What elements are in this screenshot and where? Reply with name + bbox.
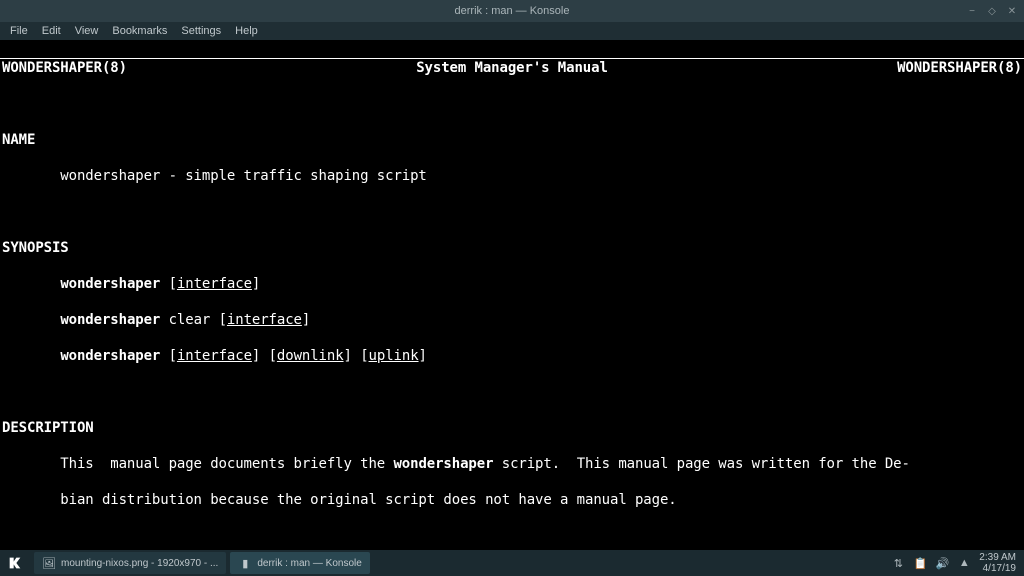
section-description: DESCRIPTION [0,419,1024,437]
section-synopsis: SYNOPSIS [0,239,1024,257]
window-titlebar: derrik : man — Konsole − ◇ ✕ [0,0,1024,22]
name-line: wondershaper - simple traffic shaping sc… [0,167,1024,185]
menu-help[interactable]: Help [235,25,258,37]
synopsis-line-3: wondershaper [interface] [downlink] [upl… [0,347,1024,365]
chevron-up-icon[interactable]: ▲ [957,556,971,570]
kde-logo-icon [7,555,23,571]
window-controls: − ◇ ✕ [966,5,1018,17]
desc-line-1: This manual page documents briefly the w… [0,455,1024,473]
network-icon[interactable]: ⇅ [891,556,905,570]
menu-view[interactable]: View [75,25,99,37]
taskbar-item-label: mounting-nixos.png - 1920x970 - ... [61,558,218,569]
minimize-button[interactable]: − [966,5,978,17]
window-title: derrik : man — Konsole [455,5,570,17]
system-tray: ⇅ 📋 🔊 ▲ 2:39 AM 4/17/19 [891,552,1024,574]
menu-edit[interactable]: Edit [42,25,61,37]
close-button[interactable]: ✕ [1006,5,1018,17]
section-name: NAME [0,131,1024,149]
terminal-output[interactable]: WONDERSHAPER(8) System Manager's Manual WO… [0,40,1024,550]
menu-settings[interactable]: Settings [181,25,221,37]
man-header-left: WONDERSHAPER(8) [2,59,127,77]
clock-date: 4/17/19 [979,563,1016,574]
terminal-icon: ▮ [238,556,252,570]
taskbar-item-konsole[interactable]: ▮ derrik : man — Konsole [230,552,370,574]
maximize-button[interactable]: ◇ [986,5,998,17]
desc-line-2: bian distribution because the original s… [0,491,1024,509]
taskbar: 🖼 mounting-nixos.png - 1920x970 - ... ▮ … [0,550,1024,576]
image-icon: 🖼 [42,556,56,570]
menu-bookmarks[interactable]: Bookmarks [112,25,167,37]
synopsis-line-1: wondershaper [interface] [0,275,1024,293]
clock-time: 2:39 AM [979,552,1016,563]
taskbar-item-image[interactable]: 🖼 mounting-nixos.png - 1920x970 - ... [34,552,226,574]
menubar: File Edit View Bookmarks Settings Help [0,22,1024,40]
synopsis-line-2: wondershaper clear [interface] [0,311,1024,329]
start-button[interactable] [0,550,30,576]
man-header-right: WONDERSHAPER(8) [897,59,1022,77]
clock[interactable]: 2:39 AM 4/17/19 [979,552,1016,574]
volume-icon[interactable]: 🔊 [935,556,949,570]
taskbar-item-label: derrik : man — Konsole [257,558,362,569]
menu-file[interactable]: File [10,25,28,37]
clipboard-icon[interactable]: 📋 [913,556,927,570]
man-header-center: System Manager's Manual [416,59,608,77]
